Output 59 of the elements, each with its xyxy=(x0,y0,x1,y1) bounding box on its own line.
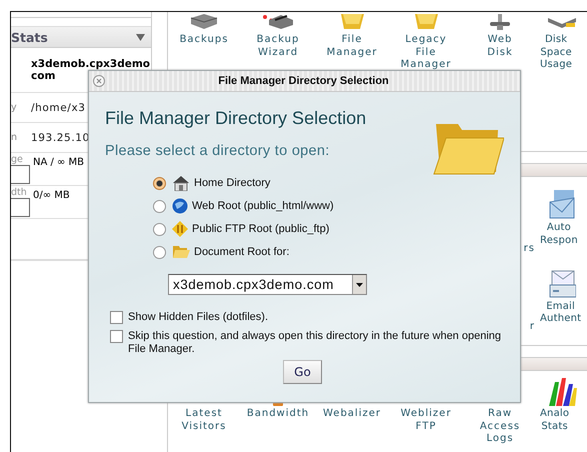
stat-value: 193.25.10 xyxy=(31,132,90,144)
option-label: Public FTP Root (public_ftp) xyxy=(192,223,330,235)
stat-label: n xyxy=(11,132,19,143)
tool-link[interactable]: Backups xyxy=(167,34,241,46)
gauge-box xyxy=(11,198,30,217)
option-label: Home Directory xyxy=(194,177,270,189)
tool-link[interactable]: Webalizer xyxy=(315,408,389,420)
panel-header[interactable]: Stats xyxy=(11,26,151,48)
domain-name: x3demob.cpx3demo xyxy=(31,58,150,70)
tool-link[interactable]: Weblizer FTP xyxy=(389,408,463,433)
stat-value: 0/∞ MB xyxy=(33,190,70,201)
envelope-icon xyxy=(548,190,576,220)
bar-graph-icon xyxy=(546,376,576,406)
dialog-title: File Manager Directory Selection xyxy=(217,75,390,87)
domain-name: com xyxy=(31,70,56,82)
stat-label: ge xyxy=(11,155,24,165)
collapse-triangle-icon[interactable] xyxy=(136,34,145,40)
checkbox[interactable] xyxy=(110,330,123,343)
folder-icon xyxy=(172,244,190,260)
tool-link[interactable]: File Manager xyxy=(315,34,389,59)
envelope-icon xyxy=(548,268,576,298)
tool-link[interactable]: r xyxy=(530,321,535,332)
option-label: Document Root for: xyxy=(194,246,290,258)
checkbox-label: Skip this question, and always open this directory in the future when opening File Manager. xyxy=(128,330,502,356)
dialog-heading: File Manager Directory Selection xyxy=(105,108,368,129)
checkbox-label: Show Hidden Files (dotfiles). xyxy=(128,311,270,324)
globe-icon xyxy=(172,198,188,214)
tool-link[interactable]: Latest Visitors xyxy=(167,408,241,433)
folder-icon xyxy=(338,14,366,30)
tool-link[interactable]: Auto Respon xyxy=(540,222,578,247)
stat-label: y xyxy=(11,102,18,113)
radio-button[interactable] xyxy=(153,222,166,236)
go-button[interactable]: Go xyxy=(283,360,322,384)
tool-link[interactable]: Web Disk xyxy=(463,34,537,59)
option-label: Web Root (public_html/www) xyxy=(192,200,334,212)
dropdown-arrow-icon xyxy=(356,282,363,286)
folder-icon xyxy=(412,14,440,30)
stat-value: NA / ∞ MB xyxy=(33,157,84,168)
tool-link[interactable]: Analo Stats xyxy=(540,408,570,433)
radio-button[interactable] xyxy=(153,246,166,258)
radio-button[interactable] xyxy=(153,176,166,190)
dialog-prompt: Please select a directory to open: xyxy=(105,143,331,159)
stat-value: /home/x3 xyxy=(31,102,86,114)
panel-title: Stats xyxy=(11,30,48,44)
house-icon xyxy=(172,175,190,191)
domain-dropdown[interactable]: x3demob.cpx3demo.com xyxy=(168,274,367,295)
gauge-box xyxy=(11,165,30,184)
tool-link[interactable]: Email Authent xyxy=(540,300,582,326)
tool-link[interactable]: Disk Space Usage xyxy=(540,34,572,72)
tool-link[interactable]: Backup Wizard xyxy=(241,34,315,59)
tool-link[interactable]: Legacy File Manager xyxy=(389,34,463,72)
close-icon[interactable] xyxy=(93,75,105,87)
checkbox[interactable] xyxy=(110,311,123,324)
tool-link[interactable]: Bandwidth xyxy=(241,408,315,420)
warning-diamond-icon xyxy=(172,221,188,237)
tool-link[interactable]: Raw Access Logs xyxy=(463,408,537,446)
radio-button[interactable] xyxy=(153,200,166,212)
tool-link[interactable]: rs xyxy=(524,242,535,254)
stat-label: dth xyxy=(11,188,28,198)
